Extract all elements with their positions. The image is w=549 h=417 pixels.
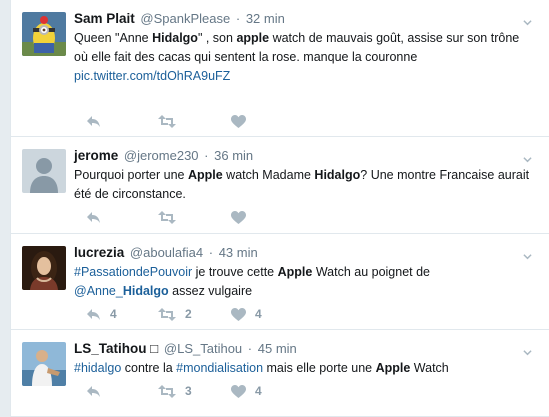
reply-icon bbox=[87, 115, 100, 127]
text-highlight: Hidalgo bbox=[314, 168, 361, 182]
tweet-header: Sam Plait @SpankPlease · 32 min bbox=[74, 10, 536, 28]
reply-icon bbox=[87, 211, 100, 223]
tweet-text: #hidalgo contre la #mondialisation mais … bbox=[74, 359, 536, 378]
tweet-feed: Sam Plait @SpankPlease · 32 min Queen "A… bbox=[10, 0, 549, 417]
separator-dot: · bbox=[235, 11, 241, 26]
author-handle[interactable]: @jerome230 bbox=[124, 148, 199, 163]
text-fragment: Watch bbox=[410, 361, 449, 375]
text-highlight: Hidalgo bbox=[152, 31, 198, 45]
heart-icon bbox=[231, 210, 246, 224]
reply-button[interactable] bbox=[86, 112, 101, 130]
hashtag-text: #hidalgo bbox=[74, 361, 122, 375]
text-fragment: Watch au poignet de bbox=[312, 265, 431, 279]
tweet-item[interactable]: LS_Tatihou □ @LS_Tatihou · 45 min #hidal… bbox=[11, 330, 549, 417]
text-fragment: assez vulgaire bbox=[168, 284, 253, 298]
retweet-icon bbox=[158, 114, 176, 128]
retweet-button[interactable]: 3 bbox=[158, 382, 192, 400]
reply-icon bbox=[87, 308, 100, 320]
text-highlight: Apple bbox=[375, 361, 411, 375]
reply-count: 4 bbox=[110, 307, 117, 321]
timestamp[interactable]: 43 min bbox=[219, 245, 258, 260]
tweet-header: lucrezia @aboulafia4 · 43 min bbox=[74, 244, 536, 262]
separator-dot: · bbox=[247, 341, 253, 356]
retweet-icon bbox=[158, 307, 176, 321]
chevron-down-icon[interactable] bbox=[523, 155, 532, 164]
tweet-text: Pourquoi porter une Apple watch Madame H… bbox=[74, 166, 536, 204]
heart-icon bbox=[231, 384, 246, 398]
tweet-text: Queen "Anne Hidalgo" , son apple watch d… bbox=[74, 29, 536, 86]
tweet-content: LS_Tatihou □ @LS_Tatihou · 45 min #hidal… bbox=[74, 340, 536, 378]
tweet-header: LS_Tatihou □ @LS_Tatihou · 45 min bbox=[74, 340, 536, 358]
tweet-text: #PassationdePouvoir je trouve cette Appl… bbox=[74, 263, 536, 301]
retweet-count: 2 bbox=[185, 307, 192, 321]
retweet-count: 3 bbox=[185, 384, 192, 398]
retweet-icon bbox=[158, 210, 176, 224]
retweet-button[interactable] bbox=[158, 208, 176, 226]
separator-dot: · bbox=[208, 245, 214, 260]
media-link[interactable]: pic.twitter.com/tdOhRA9uFZ bbox=[74, 69, 230, 83]
author-name[interactable]: LS_Tatihou bbox=[74, 341, 147, 356]
text-highlight: Apple bbox=[187, 168, 223, 182]
default-avatar[interactable] bbox=[22, 149, 66, 193]
author-name[interactable]: Sam Plait bbox=[74, 11, 135, 26]
timestamp[interactable]: 45 min bbox=[258, 341, 297, 356]
chevron-down-icon[interactable] bbox=[523, 348, 532, 357]
like-button[interactable] bbox=[231, 112, 246, 130]
text-fragment: watch Madame bbox=[222, 168, 315, 182]
like-button[interactable]: 4 bbox=[231, 382, 262, 400]
mention-highlight: Hidalgo bbox=[122, 284, 169, 298]
portrait-avatar[interactable] bbox=[22, 246, 66, 290]
hashtag-link[interactable]: #mondialisation bbox=[176, 361, 263, 375]
like-button[interactable]: 4 bbox=[231, 305, 262, 323]
reply-button[interactable]: 4 bbox=[86, 305, 117, 323]
mention-link[interactable]: @Anne_Hidalgo bbox=[74, 284, 169, 298]
hashtag-link[interactable]: #hidalgo bbox=[74, 361, 121, 375]
tweet-item[interactable]: lucrezia @aboulafia4 · 43 min #Passation… bbox=[11, 234, 549, 330]
name-glyph: □ bbox=[150, 341, 159, 356]
text-fragment: je trouve cette bbox=[192, 265, 278, 279]
text-highlight: apple bbox=[236, 31, 270, 45]
text-fragment: " , son bbox=[197, 31, 237, 45]
author-name[interactable]: lucrezia bbox=[74, 245, 124, 260]
reply-icon bbox=[87, 385, 100, 397]
person-avatar[interactable] bbox=[22, 342, 66, 386]
like-button[interactable] bbox=[231, 208, 246, 226]
heart-icon bbox=[231, 307, 246, 321]
text-fragment: mais elle porte une bbox=[263, 361, 376, 375]
author-handle[interactable]: @LS_Tatihou bbox=[164, 341, 242, 356]
reply-button[interactable] bbox=[86, 382, 101, 400]
text-fragment: contre la bbox=[121, 361, 177, 375]
heart-icon bbox=[231, 114, 246, 128]
retweet-button[interactable] bbox=[158, 112, 176, 130]
chevron-down-icon[interactable] bbox=[523, 252, 532, 261]
like-count: 4 bbox=[255, 384, 262, 398]
tweet-content: jerome @jerome230 · 36 min Pourquoi port… bbox=[74, 147, 536, 204]
tweet-content: Sam Plait @SpankPlease · 32 min Queen "A… bbox=[74, 10, 536, 86]
tweet-content: lucrezia @aboulafia4 · 43 min #Passation… bbox=[74, 244, 536, 301]
timestamp[interactable]: 32 min bbox=[246, 11, 285, 26]
hashtag-link[interactable]: #PassationdePouvoir bbox=[74, 265, 192, 279]
author-handle[interactable]: @SpankPlease bbox=[140, 11, 230, 26]
timestamp[interactable]: 36 min bbox=[214, 148, 253, 163]
text-highlight: Apple bbox=[277, 265, 313, 279]
text-fragment: Queen "Anne bbox=[74, 31, 153, 45]
retweet-icon bbox=[158, 384, 176, 398]
mention-text: @Anne_ bbox=[74, 284, 123, 298]
tweet-header: jerome @jerome230 · 36 min bbox=[74, 147, 536, 165]
author-name[interactable]: jerome bbox=[74, 148, 118, 163]
minion-avatar[interactable] bbox=[22, 12, 66, 56]
tweet-item[interactable]: Sam Plait @SpankPlease · 32 min Queen "A… bbox=[11, 0, 549, 137]
like-count: 4 bbox=[255, 307, 262, 321]
separator-dot: · bbox=[204, 148, 209, 163]
author-handle[interactable]: @aboulafia4 bbox=[130, 245, 203, 260]
tweet-item[interactable]: jerome @jerome230 · 36 min Pourquoi port… bbox=[11, 137, 549, 234]
chevron-down-icon[interactable] bbox=[523, 18, 532, 27]
reply-button[interactable] bbox=[86, 208, 101, 226]
retweet-button[interactable]: 2 bbox=[158, 305, 192, 323]
text-fragment: Pourquoi porter une bbox=[74, 168, 188, 182]
